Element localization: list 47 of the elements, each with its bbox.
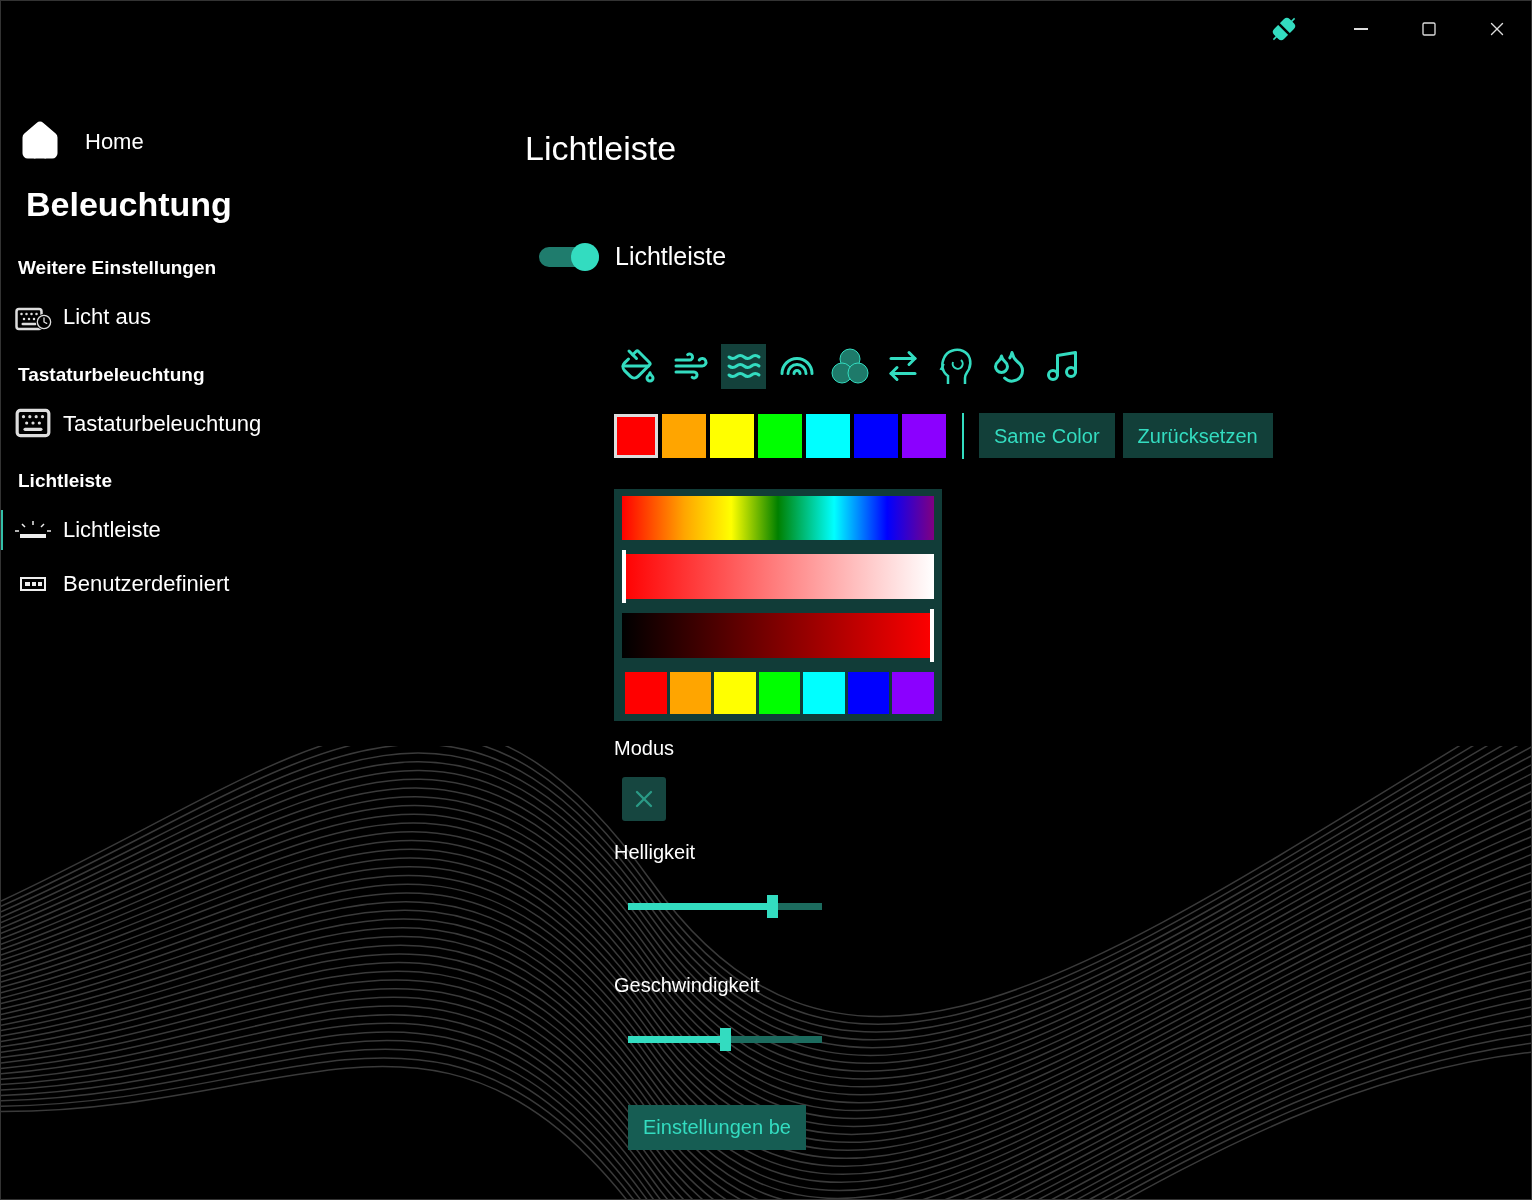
color-swatch[interactable] bbox=[614, 413, 658, 458]
nav-item[interactable]: Licht aus bbox=[1, 296, 511, 337]
color-swatch[interactable] bbox=[710, 413, 754, 458]
color-swatch[interactable] bbox=[714, 671, 756, 714]
slider-thumb[interactable] bbox=[720, 1027, 731, 1051]
hue-bar[interactable] bbox=[622, 495, 934, 540]
home-nav-item[interactable]: Home bbox=[1, 119, 511, 163]
color-swatch[interactable] bbox=[854, 413, 898, 458]
effect-button[interactable] bbox=[721, 343, 766, 389]
slider-thumb[interactable] bbox=[766, 894, 778, 918]
toggle-label: Lichtleiste bbox=[615, 241, 727, 272]
maximize-icon bbox=[1421, 21, 1437, 37]
nav-item[interactable]: Tastaturbeleuchtung bbox=[1, 403, 511, 443]
color-swatch[interactable] bbox=[758, 413, 802, 458]
section-title: Beleuchtung bbox=[25, 184, 232, 225]
mode-button[interactable] bbox=[622, 776, 666, 821]
head-icon bbox=[937, 346, 974, 386]
color-swatch[interactable] bbox=[892, 671, 935, 714]
nav-item[interactable]: Lichtleiste bbox=[1, 509, 511, 550]
nav-group-heading: Tastaturbeleuchtung bbox=[17, 362, 205, 387]
action-button[interactable]: Same Color bbox=[979, 413, 1115, 458]
three-circles-icon bbox=[829, 346, 870, 386]
nav-item[interactable]: Benutzerdefiniert bbox=[1, 563, 511, 604]
color-swatch[interactable] bbox=[847, 671, 890, 714]
slider-label: Geschwindigkeit bbox=[614, 972, 760, 998]
color-swatch[interactable] bbox=[662, 413, 706, 458]
color-swatch[interactable] bbox=[806, 413, 850, 458]
apply-button[interactable]: Einstellungen be bbox=[628, 1104, 806, 1150]
color-swatch[interactable] bbox=[669, 671, 712, 714]
mode-label: Modus bbox=[614, 735, 675, 761]
paint-bucket-icon bbox=[619, 348, 656, 384]
slider-label: Helligkeit bbox=[614, 839, 696, 865]
color-swatch[interactable] bbox=[625, 671, 667, 714]
color-swatch[interactable] bbox=[902, 413, 946, 458]
slider-track[interactable] bbox=[628, 1027, 822, 1051]
nav-group-heading: Lichtleiste bbox=[17, 469, 112, 493]
color-swatch[interactable] bbox=[803, 671, 845, 714]
minimize-icon bbox=[1354, 28, 1368, 30]
slider-thumb[interactable] bbox=[930, 608, 934, 662]
panel-icon bbox=[20, 576, 46, 591]
light-bar-icon bbox=[14, 519, 52, 540]
home-icon bbox=[19, 120, 61, 162]
slider-thumb[interactable] bbox=[622, 549, 626, 603]
nav-group-heading: Weitere Einstellungen bbox=[17, 256, 217, 280]
action-button[interactable]: Zurücksetzen bbox=[1122, 413, 1273, 458]
page-title: Lichtleiste bbox=[525, 128, 677, 169]
color-swatch[interactable] bbox=[758, 671, 801, 714]
